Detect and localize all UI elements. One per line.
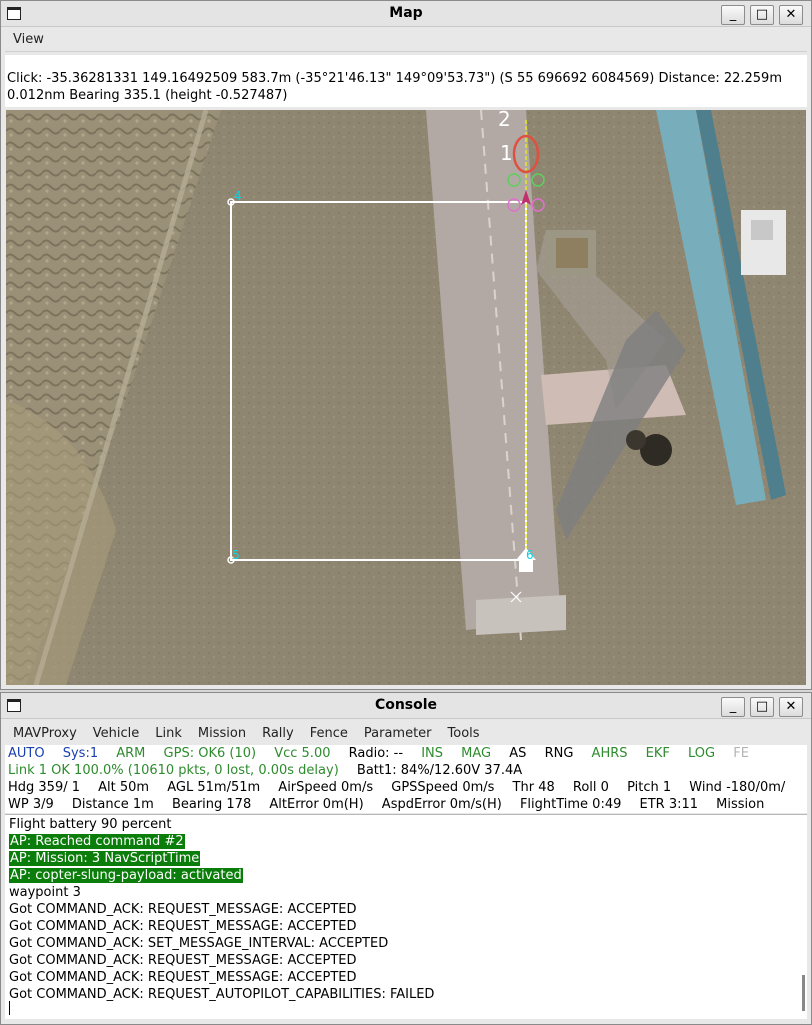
maximize-button[interactable]: □ (750, 697, 774, 717)
menu-link[interactable]: Link (147, 726, 190, 741)
flight-time-value: FlightTime 0:49 (519, 797, 622, 812)
menu-parameter[interactable]: Parameter (356, 726, 440, 741)
log-text-highlight: AP: Reached command #2 (9, 834, 185, 849)
minimize-button[interactable]: _ (721, 697, 745, 717)
map-titlebar[interactable]: Map _ □ ✕ (1, 1, 811, 27)
status-panel: AUTO Sys:1 ARM GPS: OK6 (10) Vcc 5.00 Ra… (5, 745, 807, 813)
flight-mode: AUTO (8, 746, 45, 761)
waypoint-label-4: 4 (234, 189, 242, 203)
click-info-line1: Click: -35.36281331 149.16492509 583.7m … (7, 71, 782, 86)
waypoint-label-2: 2 (498, 110, 511, 131)
log-text-highlight: AP: copter-slung-payload: activated (9, 868, 243, 883)
wind-value: Wind -180/0m/ (689, 780, 786, 795)
ahrs-status: AHRS (591, 746, 628, 761)
close-button[interactable]: ✕ (779, 5, 803, 25)
waypoint-label-1: 1 (500, 141, 513, 165)
click-info-line2: 0.012nm Bearing 335.1 (height -0.527487) (7, 88, 288, 103)
waypoint-label-6: 6 (526, 548, 534, 562)
log-line: AP: Mission: 3 NavScriptTime (9, 850, 803, 867)
menu-mavproxy[interactable]: MAVProxy (5, 726, 85, 741)
map-window: Map _ □ ✕ View Click: -35.36281331 149.1… (0, 0, 812, 690)
map-menubar: View (5, 28, 807, 52)
radio-status: Radio: -- (348, 746, 404, 761)
status-row-1: AUTO Sys:1 ARM GPS: OK6 (10) Vcc 5.00 Ra… (5, 745, 807, 762)
log-text-highlight: AP: Mission: 3 NavScriptTime (9, 851, 201, 866)
ekf-status: EKF (645, 746, 670, 761)
text-cursor (9, 1001, 10, 1015)
waypoint-label-5: 5 (232, 548, 240, 562)
status-row-4: WP 3/9 Distance 1m Bearing 178 AltError … (5, 796, 807, 813)
status-row-3: Hdg 359/ 1 Alt 50m AGL 51m/51m AirSpeed … (5, 779, 807, 796)
sys-id: Sys:1 (62, 746, 99, 761)
log-line: Got COMMAND_ACK: REQUEST_MESSAGE: ACCEPT… (9, 901, 803, 918)
menu-vehicle[interactable]: Vehicle (85, 726, 148, 741)
menu-rally[interactable]: Rally (254, 726, 302, 741)
console-window-title: Console (374, 697, 438, 713)
vcc-status: Vcc 5.00 (274, 746, 331, 761)
console-log[interactable]: Flight battery 90 percent AP: Reached co… (5, 814, 807, 1019)
log-text: waypoint 3 (9, 885, 81, 900)
fe-status: FE (733, 746, 749, 761)
click-info-panel: Click: -35.36281331 149.16492509 583.7m … (5, 55, 807, 107)
log-line: Got COMMAND_ACK: SET_MESSAGE_INTERVAL: A… (9, 935, 803, 952)
status-row-2: Link 1 OK 100.0% (10610 pkts, 0 lost, 0.… (5, 762, 807, 779)
map-view[interactable]: 2 1 4 5 6 (6, 110, 806, 685)
maximize-button[interactable]: □ (750, 5, 774, 25)
rng-status: RNG (544, 746, 574, 761)
log-line: Flight battery 90 percent (9, 816, 803, 833)
arm-status: ARM (116, 746, 146, 761)
agl-value: AGL 51m/51m (167, 780, 261, 795)
close-button[interactable]: ✕ (779, 697, 803, 717)
throttle-value: Thr 48 (512, 780, 555, 795)
distance-value: Distance 1m (71, 797, 154, 812)
alt-error-value: AltError 0m(H) (269, 797, 364, 812)
gpsspeed-value: GPSSpeed 0m/s (391, 780, 495, 795)
minimize-button[interactable]: _ (721, 5, 745, 25)
as-status: AS (509, 746, 527, 761)
log-line: AP: Reached command #2 (9, 833, 803, 850)
link-status: Link 1 OK 100.0% (10610 pkts, 0 lost, 0.… (8, 763, 339, 778)
altitude-value: Alt 50m (98, 780, 150, 795)
log-line: Got COMMAND_ACK: REQUEST_MESSAGE: ACCEPT… (9, 969, 803, 986)
etr-value: ETR 3:11 (639, 797, 699, 812)
aspd-error-value: AspdError 0m/s(H) (381, 797, 502, 812)
console-menubar: MAVProxy Vehicle Link Mission Rally Fenc… (5, 721, 807, 745)
gps-status: GPS: OK6 (10) (163, 746, 257, 761)
menu-view[interactable]: View (5, 32, 52, 47)
log-text: Got COMMAND_ACK: SET_MESSAGE_INTERVAL: A… (9, 936, 389, 951)
heading-value: Hdg 359/ 1 (8, 780, 81, 795)
log-text: Got COMMAND_ACK: REQUEST_MESSAGE: ACCEPT… (9, 953, 357, 968)
mission-status: Mission (716, 797, 765, 812)
log-line: Got COMMAND_ACK: REQUEST_AUTOPILOT_CAPAB… (9, 986, 803, 1003)
menu-mission[interactable]: Mission (190, 726, 254, 741)
ins-status: INS (421, 746, 444, 761)
log-status: LOG (688, 746, 716, 761)
bearing-value: Bearing 178 (171, 797, 252, 812)
map-window-title: Map (389, 5, 423, 21)
console-window: Console _ □ ✕ MAVProxy Vehicle Link Miss… (0, 692, 812, 1025)
log-line: Got COMMAND_ACK: REQUEST_MESSAGE: ACCEPT… (9, 918, 803, 935)
log-line: AP: copter-slung-payload: activated (9, 867, 803, 884)
log-scrollbar[interactable] (802, 975, 805, 1011)
log-line: Got COMMAND_ACK: REQUEST_MESSAGE: ACCEPT… (9, 952, 803, 969)
battery-status: Batt1: 84%/12.60V 37.4A (356, 763, 523, 778)
menu-tools[interactable]: Tools (440, 726, 488, 741)
log-text: Got COMMAND_ACK: REQUEST_AUTOPILOT_CAPAB… (9, 987, 435, 1002)
pitch-value: Pitch 1 (627, 780, 672, 795)
log-text: Got COMMAND_ACK: REQUEST_MESSAGE: ACCEPT… (9, 919, 357, 934)
log-text: Flight battery 90 percent (9, 817, 172, 832)
log-line: waypoint 3 (9, 884, 803, 901)
log-text: Got COMMAND_ACK: REQUEST_MESSAGE: ACCEPT… (9, 902, 357, 917)
waypoint-value: WP 3/9 (8, 797, 54, 812)
console-titlebar[interactable]: Console _ □ ✕ (1, 693, 811, 719)
satellite-map[interactable]: 2 1 4 5 6 (6, 110, 806, 685)
log-text: Got COMMAND_ACK: REQUEST_MESSAGE: ACCEPT… (9, 970, 357, 985)
menu-fence[interactable]: Fence (302, 726, 356, 741)
airspeed-value: AirSpeed 0m/s (278, 780, 374, 795)
roll-value: Roll 0 (572, 780, 609, 795)
mag-status: MAG (461, 746, 492, 761)
